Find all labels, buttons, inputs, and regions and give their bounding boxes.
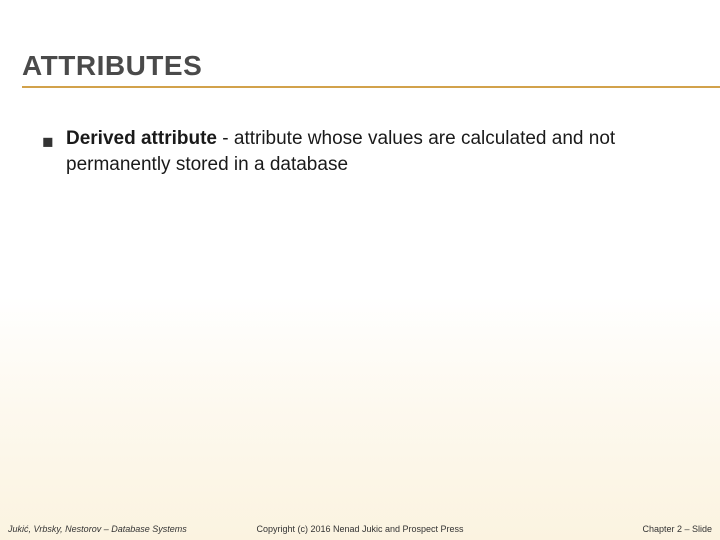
title-underline bbox=[22, 86, 720, 88]
bullet-term: Derived attribute bbox=[66, 128, 217, 149]
bullet-separator: - bbox=[217, 128, 234, 149]
footer-center: Copyright (c) 2016 Nenad Jukic and Prosp… bbox=[243, 524, 478, 534]
slide: ATTRIBUTES ◼ Derived attribute - attribu… bbox=[0, 0, 720, 540]
footer-right: Chapter 2 – Slide bbox=[477, 524, 712, 534]
bullet-icon: ◼ bbox=[42, 129, 52, 153]
footer: Jukić, Vrbsky, Nestorov – Database Syste… bbox=[8, 524, 712, 534]
bullet-item: ◼ Derived attribute - attribute whose va… bbox=[42, 126, 690, 178]
body-content: ◼ Derived attribute - attribute whose va… bbox=[42, 126, 690, 178]
title-block: ATTRIBUTES bbox=[22, 50, 720, 88]
footer-left: Jukić, Vrbsky, Nestorov – Database Syste… bbox=[8, 524, 243, 534]
bullet-text: Derived attribute - attribute whose valu… bbox=[66, 126, 690, 178]
slide-title: ATTRIBUTES bbox=[22, 50, 720, 82]
